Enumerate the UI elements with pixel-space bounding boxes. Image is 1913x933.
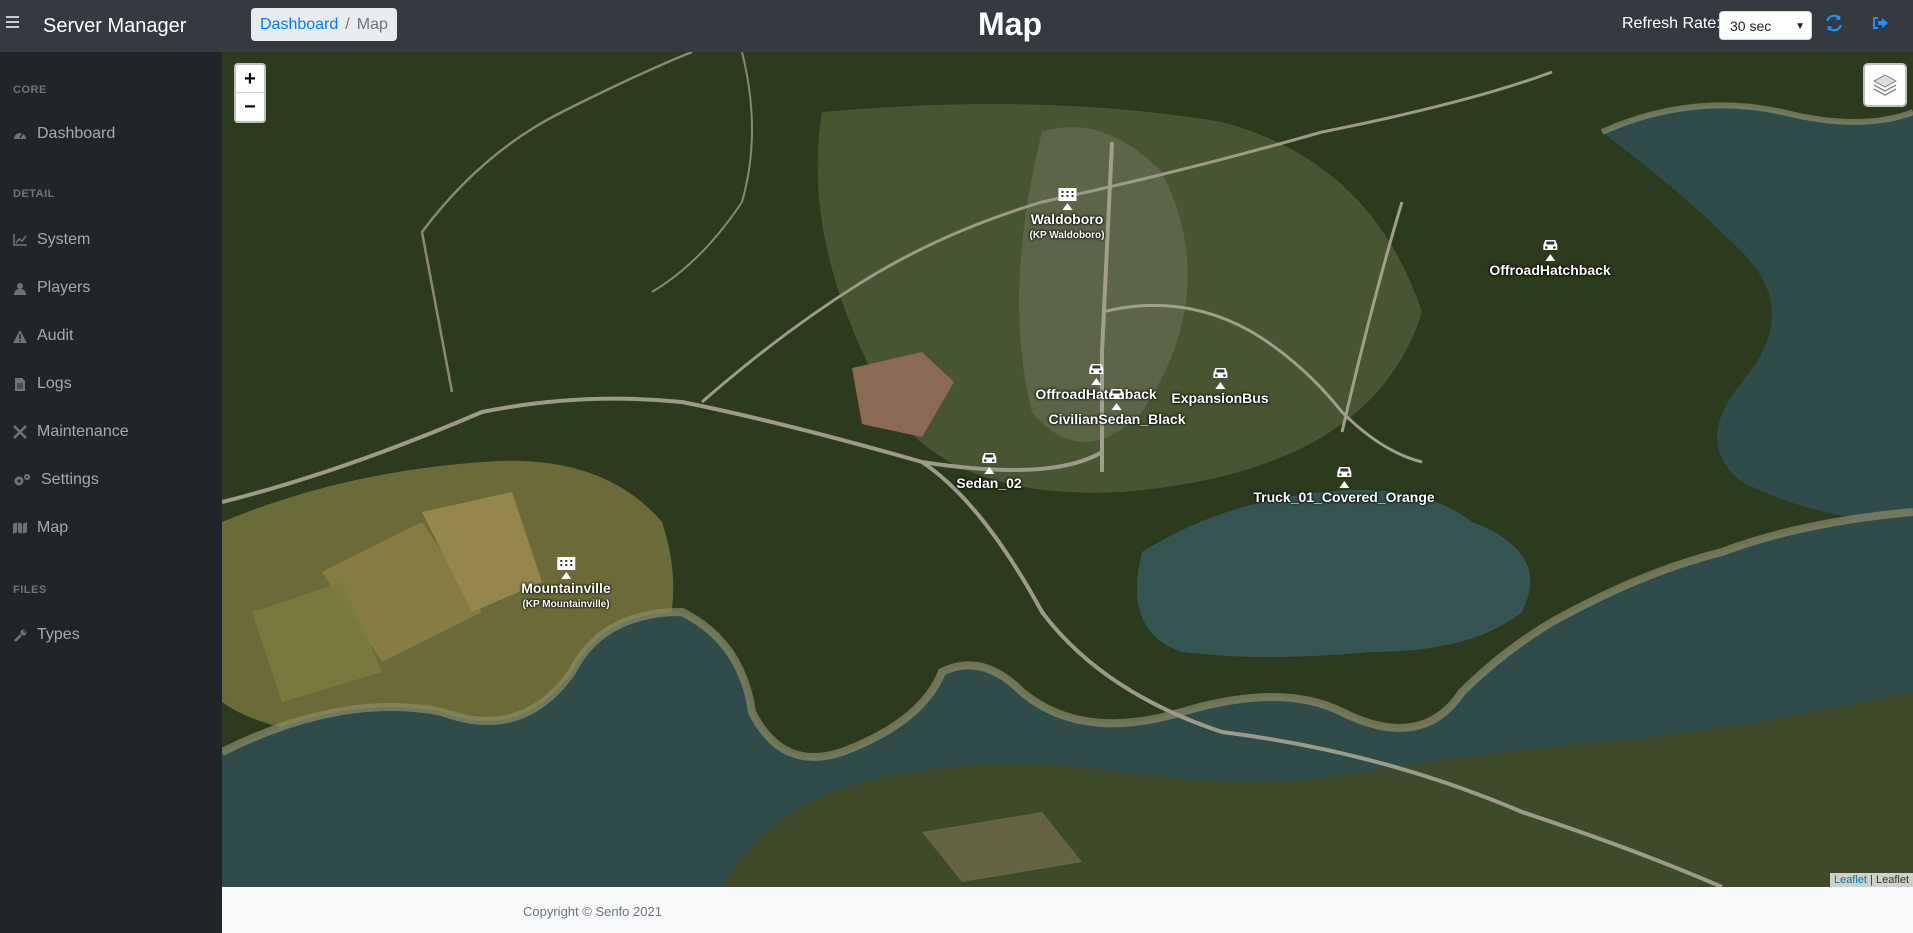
- sidebar-item-dashboard[interactable]: Dashboard: [13, 122, 115, 146]
- copyright-text: Copyright © Senfo 2021: [523, 904, 662, 919]
- sidebar-item-label: Settings: [41, 471, 99, 488]
- map-marker-offroadhatchback-east[interactable]: OffroadHatchback: [1489, 238, 1611, 278]
- sidebar-heading-files: FILES: [13, 584, 47, 596]
- marker-sublabel: (KP Mountainville): [522, 599, 610, 610]
- breadcrumb: Dashboard / Map: [251, 8, 397, 41]
- warning-icon: [13, 329, 27, 343]
- sidebar-item-label: Map: [37, 519, 69, 536]
- refresh-rate-label: Refresh Rate:: [1622, 15, 1721, 32]
- sidebar-item-label: Players: [37, 279, 91, 296]
- map-viewport[interactable]: + − Waldoboro (KP Waldoboro) OffroadHatc…: [222, 52, 1913, 887]
- top-navbar: Server Manager Dashboard / Map Map Refre…: [0, 0, 1913, 52]
- leaflet-link[interactable]: Leaflet: [1834, 874, 1867, 886]
- app-title[interactable]: Server Manager: [43, 15, 186, 38]
- sidebar-item-label: Logs: [37, 375, 72, 392]
- sidebar-item-label: Audit: [37, 327, 74, 344]
- chart-icon: [13, 233, 27, 247]
- marker-label: Waldoboro: [1030, 211, 1104, 227]
- breadcrumb-separator: /: [345, 15, 350, 33]
- sidebar-item-settings[interactable]: Settings: [13, 468, 99, 492]
- map-marker-civiliansedan-black[interactable]: CivilianSedan_Black: [1048, 387, 1186, 427]
- sidebar-item-audit[interactable]: Audit: [13, 324, 73, 348]
- map-marker-waldoboro[interactable]: Waldoboro (KP Waldoboro): [1030, 185, 1105, 241]
- sidebar-item-types[interactable]: Types: [13, 623, 80, 647]
- map-icon: [13, 521, 27, 535]
- sidebar-item-map[interactable]: Map: [13, 516, 68, 540]
- satellite-map-tiles: [222, 52, 1913, 887]
- sidebar-item-label: Maintenance: [37, 423, 129, 440]
- car-icon: [982, 453, 996, 463]
- zoom-control: + −: [234, 63, 266, 123]
- breadcrumb-current: Map: [356, 15, 388, 33]
- zoom-out-button[interactable]: −: [236, 93, 264, 121]
- footer: Copyright © Senfo 2021: [222, 887, 1913, 933]
- menu-toggle-icon[interactable]: [6, 16, 19, 28]
- marker-label: Mountainville: [521, 580, 611, 596]
- page-title: Map: [978, 6, 1042, 42]
- layers-icon: [1872, 74, 1898, 96]
- gauge-icon: [13, 127, 27, 141]
- layers-control[interactable]: [1863, 63, 1907, 107]
- breadcrumb-dashboard-link[interactable]: Dashboard: [260, 16, 338, 34]
- wrench-icon: [13, 628, 27, 642]
- sidebar-item-maintenance[interactable]: Maintenance: [13, 420, 129, 444]
- sidebar-item-label: Types: [37, 626, 80, 643]
- building-icon: [1058, 188, 1076, 201]
- file-icon: [13, 377, 27, 391]
- marker-label: OffroadHatchback: [1489, 262, 1611, 278]
- refresh-rate-value: 30 sec: [1730, 18, 1772, 34]
- zoom-in-button[interactable]: +: [236, 65, 264, 93]
- marker-label: Sedan_02: [956, 475, 1022, 491]
- car-icon: [1213, 368, 1227, 378]
- sidebar: CORE Dashboard DETAIL System Players Aud…: [0, 52, 222, 933]
- car-icon: [1088, 364, 1103, 374]
- map-marker-expansionbus[interactable]: ExpansionBus: [1171, 366, 1269, 406]
- marker-label: Truck_01_Covered_Orange: [1253, 489, 1435, 505]
- attribution-text: Leaflet: [1875, 874, 1909, 886]
- refresh-rate-select[interactable]: 30 sec ▼: [1719, 11, 1812, 40]
- refresh-icon[interactable]: [1824, 13, 1846, 35]
- map-attribution: Leaflet | Leaflet: [1829, 873, 1913, 887]
- car-icon: [1109, 389, 1124, 399]
- map-marker-truck-01-covered-orange[interactable]: Truck_01_Covered_Orange: [1253, 465, 1435, 505]
- marker-label: ExpansionBus: [1171, 390, 1269, 406]
- car-icon: [1542, 240, 1557, 250]
- marker-label: CivilianSedan_Black: [1048, 411, 1186, 427]
- map-marker-mountainville[interactable]: Mountainville (KP Mountainville): [521, 554, 611, 610]
- sidebar-heading-detail: DETAIL: [13, 188, 55, 200]
- sidebar-item-label: Dashboard: [37, 125, 116, 142]
- car-icon: [1336, 467, 1351, 477]
- sidebar-item-players[interactable]: Players: [13, 276, 90, 300]
- building-icon: [556, 557, 575, 570]
- sidebar-heading-core: CORE: [13, 84, 47, 96]
- sidebar-item-label: System: [37, 231, 91, 248]
- sidebar-item-system[interactable]: System: [13, 228, 90, 252]
- tools-icon: [13, 425, 27, 439]
- chevron-down-icon: ▼: [1795, 21, 1805, 32]
- sidebar-item-logs[interactable]: Logs: [13, 372, 72, 396]
- marker-sublabel: (KP Waldoboro): [1029, 230, 1105, 241]
- logout-icon[interactable]: [1870, 13, 1892, 35]
- map-marker-sedan-02[interactable]: Sedan_02: [956, 451, 1022, 491]
- attribution-separator: |: [1866, 874, 1876, 886]
- gears-icon: [13, 473, 31, 487]
- user-icon: [13, 281, 27, 295]
